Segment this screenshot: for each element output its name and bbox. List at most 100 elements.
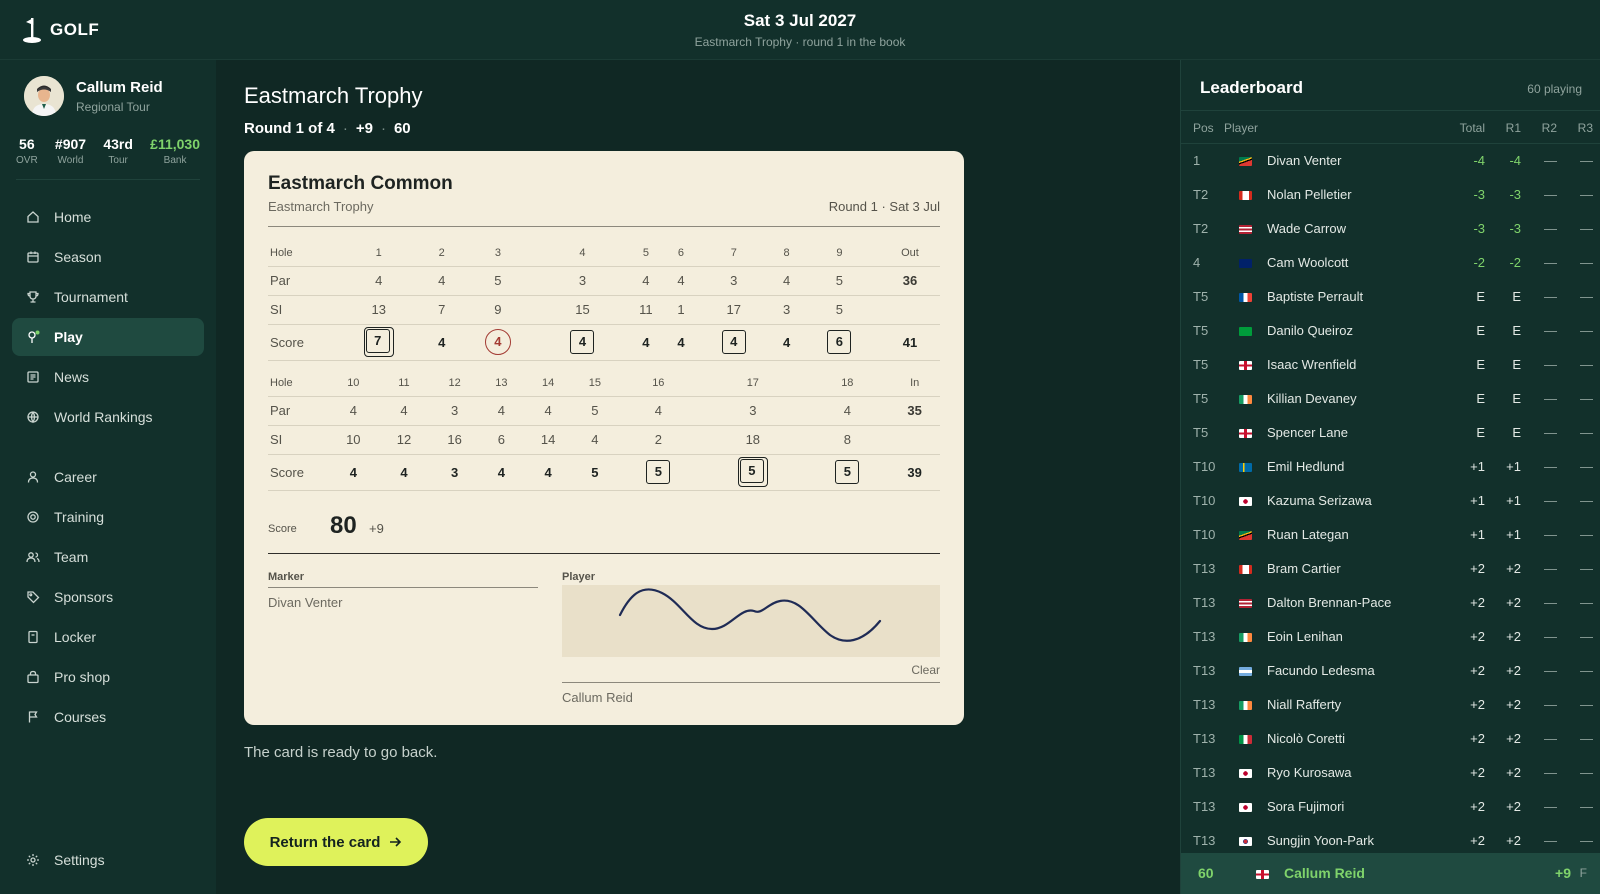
hole-number: 15	[573, 370, 617, 397]
score-cell: 4	[522, 454, 574, 491]
leaderboard-current-player[interactable]: 60 Callum Reid +9 F	[1181, 853, 1600, 894]
score-cell: 4	[479, 454, 523, 491]
nav-career[interactable]: Career	[12, 458, 204, 496]
profile[interactable]: Callum Reid Regional Tour	[24, 76, 163, 116]
leaderboard-row[interactable]: T2 Wade Carrow -3 -3 — —	[1181, 212, 1600, 246]
leaderboard-row[interactable]: T10 Ruan Lategan +1 +1 — —	[1181, 518, 1600, 552]
leaderboard-row[interactable]: T10 Kazuma Serizawa +1 +1 — —	[1181, 484, 1600, 518]
bogey-mark: 4	[721, 330, 746, 354]
leaderboard-row[interactable]: T2 Nolan Pelletier -3 -3 — —	[1181, 178, 1600, 212]
par-total: 36	[879, 266, 940, 296]
nav-label: World Rankings	[54, 409, 153, 425]
flag-icon	[1239, 552, 1252, 586]
leaderboard-row[interactable]: T5 Baptiste Perrault E E — —	[1181, 280, 1600, 314]
row-r2: —	[1544, 255, 1557, 270]
flag-icon	[1239, 654, 1252, 688]
flag-icon	[1239, 586, 1252, 620]
hole-number: 8	[774, 240, 799, 267]
scorecard: Eastmarch Common Eastmarch Trophy Round …	[244, 151, 964, 725]
leaderboard-row[interactable]: T5 Danilo Queiroz E E — —	[1181, 314, 1600, 348]
leaderboard-row[interactable]: T13 Dalton Brennan-Pace +2 +2 — —	[1181, 586, 1600, 620]
return-card-label: Return the card	[269, 833, 381, 851]
flag-icon	[1239, 144, 1252, 178]
row-pos: T5	[1193, 323, 1209, 338]
row-player-name: Ryo Kurosawa	[1267, 765, 1352, 780]
row-pos: 1	[1193, 153, 1201, 168]
row-r2: —	[1544, 493, 1557, 508]
leaderboard-row[interactable]: T13 Eoin Lenihan +2 +2 — —	[1181, 620, 1600, 654]
score-cell: 5	[616, 454, 701, 491]
row-player-name: Niall Rafferty	[1267, 697, 1342, 712]
row-total: +2	[1470, 629, 1485, 644]
si-cell: 7	[429, 295, 454, 325]
score-total: 39	[889, 454, 940, 491]
leaderboard-row[interactable]: T13 Facundo Ledesma +2 +2 — —	[1181, 654, 1600, 688]
nav-sponsors[interactable]: Sponsors	[12, 578, 204, 616]
si-cell: 14	[522, 425, 574, 455]
nav-news[interactable]: News	[12, 358, 204, 396]
nav-locker[interactable]: Locker	[12, 618, 204, 656]
nav-pro-shop[interactable]: Pro shop	[12, 658, 204, 696]
si-cell: 16	[429, 425, 480, 455]
nav-label: Pro shop	[54, 669, 111, 685]
signature-pad[interactable]	[562, 585, 940, 657]
nav-season[interactable]: Season	[12, 238, 204, 276]
nav-settings[interactable]: Settings	[12, 841, 204, 879]
row-r1: +2	[1506, 629, 1521, 644]
row-r1: +1	[1506, 459, 1521, 474]
calendar-icon	[27, 251, 39, 263]
si-cell: 12	[378, 425, 430, 455]
nav-home[interactable]: Home	[12, 198, 204, 236]
player-name: Callum Reid	[562, 690, 633, 705]
leaderboard-row[interactable]: T13 Ryo Kurosawa +2 +2 — —	[1181, 756, 1600, 790]
score-value: 7	[365, 329, 390, 353]
marker-name: Divan Venter	[268, 595, 343, 610]
top-bar: GOLF Sat 3 Jul 2027 Eastmarch Trophy · r…	[0, 0, 1600, 60]
leaderboard-row[interactable]: T13 Niall Rafferty +2 +2 — —	[1181, 688, 1600, 722]
leaderboard-row[interactable]: T13 Bram Cartier +2 +2 — —	[1181, 552, 1600, 586]
leaderboard-row[interactable]: 1 Divan Venter -4 -4 — —	[1181, 144, 1600, 178]
logo[interactable]: GOLF	[22, 16, 99, 44]
si-cell: 11	[623, 295, 669, 325]
row-total: +2	[1470, 731, 1485, 746]
row-total: -2	[1473, 255, 1485, 270]
row-r1: +2	[1506, 697, 1521, 712]
stat-value: #907	[54, 136, 87, 152]
row-pos: T5	[1193, 357, 1209, 372]
par-cell: 4	[616, 396, 701, 426]
nav-training[interactable]: Training	[12, 498, 204, 536]
row-r3: —	[1580, 493, 1593, 508]
return-card-button[interactable]: Return the card	[244, 818, 428, 866]
score-cell: 4	[541, 324, 624, 361]
birdie-mark: 4	[484, 329, 511, 355]
row-r3: —	[1580, 425, 1593, 440]
nav-play[interactable]: Play	[12, 318, 204, 356]
leaderboard-row[interactable]: T13 Sora Fujimori +2 +2 — —	[1181, 790, 1600, 824]
row-r3: —	[1580, 595, 1593, 610]
row-pos: T5	[1193, 425, 1209, 440]
hole-number: 10	[328, 370, 379, 397]
newspaper-icon	[27, 371, 39, 383]
si-cell: 4	[573, 425, 617, 455]
leaderboard-row[interactable]: T10 Emil Hedlund +1 +1 — —	[1181, 450, 1600, 484]
leaderboard-row[interactable]: 4 Cam Woolcott -2 -2 — —	[1181, 246, 1600, 280]
clear-signature-button[interactable]: Clear	[911, 663, 940, 677]
leaderboard-row[interactable]: T5 Spencer Lane E E — —	[1181, 416, 1600, 450]
leaderboard-row[interactable]: T5 Killian Devaney E E — —	[1181, 382, 1600, 416]
nav-world-rankings[interactable]: World Rankings	[12, 398, 204, 436]
bogey-mark: 5	[835, 460, 860, 484]
locker-icon	[28, 630, 38, 644]
nav-team[interactable]: Team	[12, 538, 204, 576]
bogey-mark: 4	[570, 330, 595, 354]
score-cell: 4	[623, 324, 669, 361]
stat-tour: 43rd Tour	[103, 136, 133, 179]
hole-number: 3	[453, 240, 542, 267]
leaderboard-header: Pos Player Total R1 R2 R3	[1181, 110, 1600, 144]
total-score: 80	[330, 512, 357, 539]
leaderboard-row[interactable]: T13 Nicolò Coretti +2 +2 — —	[1181, 722, 1600, 756]
row-r3: —	[1580, 323, 1593, 338]
nav-courses[interactable]: Courses	[12, 698, 204, 736]
nav-tournament[interactable]: Tournament	[12, 278, 204, 316]
player-line	[562, 682, 940, 683]
leaderboard-row[interactable]: T5 Isaac Wrenfield E E — —	[1181, 348, 1600, 382]
